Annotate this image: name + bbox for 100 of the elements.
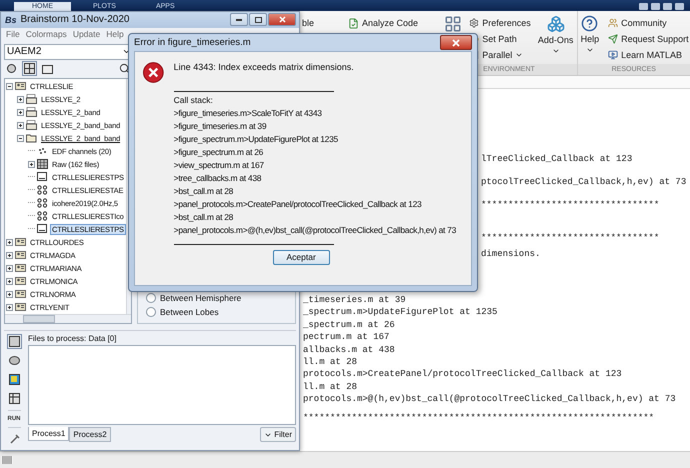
process-tab[interactable]: Process2 xyxy=(69,427,111,442)
subject-icon xyxy=(15,237,26,248)
menu-item[interactable]: File xyxy=(6,29,20,40)
expand-toggle[interactable] xyxy=(6,290,13,298)
radio-button[interactable] xyxy=(146,293,156,303)
console-line: pectrum.m at 167 xyxy=(303,331,390,344)
send-icon xyxy=(608,34,618,44)
menu-item[interactable]: Help xyxy=(106,29,124,40)
caret-icon xyxy=(515,51,524,59)
folder-icon xyxy=(26,107,37,118)
subject-icon xyxy=(15,250,26,260)
radio-button[interactable] xyxy=(146,307,156,317)
network-icon xyxy=(37,185,48,196)
stack-line: >view_spectrum.m at 167 xyxy=(174,159,265,172)
stack-line: >panel_protocols.m>@(h,ev)bst_call(@protocolTreeClicked_Callback,h,ev) at 73 xyxy=(174,224,458,237)
minimize-button[interactable] xyxy=(230,13,248,26)
folder-icon xyxy=(26,120,37,130)
toolbar-button[interactable] xyxy=(6,372,22,387)
scrollbar-thumb[interactable] xyxy=(23,315,55,323)
toolbar-button[interactable] xyxy=(22,61,37,76)
expand-toggle[interactable] xyxy=(6,304,13,311)
console-line: ll.m at 28 xyxy=(303,356,358,368)
toolstrip-button[interactable]: Community xyxy=(608,15,689,31)
filter-button[interactable]: Filter xyxy=(260,427,296,442)
expand-toggle[interactable] xyxy=(6,252,13,259)
toolbar-button[interactable] xyxy=(6,353,22,368)
console-line: ********************************* xyxy=(481,232,660,245)
console-line: allbacks.m at 438 xyxy=(303,344,396,356)
collapse-toggle[interactable] xyxy=(6,82,13,90)
layout-icon xyxy=(444,15,462,33)
close-button[interactable] xyxy=(268,13,296,26)
menu-item[interactable]: Colormaps xyxy=(26,29,67,40)
search-icon xyxy=(119,63,130,74)
process-tab[interactable]: Process1 xyxy=(28,427,70,441)
expand-toggle[interactable] xyxy=(17,108,24,116)
help-icon xyxy=(581,15,598,32)
expand-toggle[interactable] xyxy=(6,278,13,285)
console-line: protocols.m>CreatePanel/protocolTreeClicked_Callback at 123 xyxy=(303,368,623,381)
stack-heading: Call stack: xyxy=(174,94,214,107)
radio-option[interactable]: Between Lobes xyxy=(146,307,295,317)
close-button[interactable] xyxy=(440,35,472,50)
subject-icon xyxy=(15,81,26,92)
caret-icon xyxy=(552,47,560,55)
menu-item[interactable]: Update xyxy=(72,29,100,40)
stack-line: >panel_protocols.m>CreatePanel/protocolTreeClicked_Callback at 123 xyxy=(174,198,422,211)
subject-icon xyxy=(15,289,26,300)
list-heading: Files to process: Data [0] xyxy=(28,334,118,345)
console-line: ***************************************************************** xyxy=(303,412,656,425)
horizontal-scrollbar[interactable] xyxy=(5,314,131,323)
subject-icon xyxy=(15,263,26,274)
console-line: _spectrum.m>UpdateFigurePlot at 1235 xyxy=(303,306,498,319)
check-document-icon xyxy=(348,18,360,28)
document-icon xyxy=(37,172,48,182)
console-line: ll.m at 28 xyxy=(303,380,358,394)
stack-line: >figure_timeseries.m at 39 xyxy=(174,120,268,133)
console-line: _spectrum.m at 26 xyxy=(303,318,396,332)
cubes-icon xyxy=(546,15,565,33)
help-button[interactable]: Help xyxy=(578,15,602,54)
toolbar-button[interactable] xyxy=(6,391,22,406)
console-line: lTreeClicked_Callback at 123 xyxy=(481,153,634,166)
close-icon xyxy=(452,38,460,46)
accept-button[interactable]: Aceptar xyxy=(272,250,330,265)
app-logo: Bs xyxy=(5,14,17,25)
document-icon xyxy=(37,224,48,234)
error-icon xyxy=(143,62,164,83)
collapse-toggle[interactable] xyxy=(17,134,24,142)
monitor-icon xyxy=(608,50,618,60)
dialog-title: Error in figure_timeseries.m xyxy=(134,37,251,48)
network-icon xyxy=(37,198,48,208)
caret-icon xyxy=(586,46,594,54)
stack-line: >bst_call.m at 28 xyxy=(174,211,234,224)
folder-icon xyxy=(26,133,37,144)
toolstrip-button[interactable]: Preferences xyxy=(469,15,531,31)
error-message: Line 4343: Index exceeds matrix dimensions. xyxy=(174,62,355,74)
expand-toggle[interactable] xyxy=(17,96,24,103)
expand-toggle[interactable] xyxy=(28,160,35,168)
network-icon xyxy=(37,211,48,222)
radio-option[interactable]: Between Hemisphere xyxy=(146,293,295,303)
stack-line: >figure_spectrum.m>UpdateFigurePlot at 1235 xyxy=(174,133,339,146)
console-line: protocols.m>@(h,ev)bst_call(@protocolTreeClicked_Callback,h,ev) at 73 xyxy=(303,393,677,406)
expand-toggle[interactable] xyxy=(6,238,13,246)
maximize-button[interactable] xyxy=(249,13,267,26)
toolstrip-button[interactable]: Request Support xyxy=(608,31,689,47)
grip-icon xyxy=(2,456,14,464)
people-icon xyxy=(608,18,618,28)
maximize-icon xyxy=(254,16,262,23)
window-title: Brainstorm 10-Nov-2020 xyxy=(20,14,130,26)
toolbar-button[interactable] xyxy=(6,334,22,349)
stack-line: >bst_call.m at 28 xyxy=(174,185,234,198)
add-ons-button[interactable]: Add-Ons xyxy=(534,15,576,55)
toolstrip-button[interactable]: Learn MATLAB xyxy=(608,47,689,63)
console-line: ********************************* xyxy=(481,199,660,212)
expand-toggle[interactable] xyxy=(6,264,13,272)
toolstrip-label: ble xyxy=(302,17,314,30)
minimize-icon xyxy=(236,18,242,21)
subject-icon xyxy=(15,276,26,286)
subject-icon xyxy=(15,302,26,312)
analyze-code-button[interactable]: Analyze Code xyxy=(348,15,418,31)
console-line: _timeseries.m at 39 xyxy=(303,294,407,306)
expand-toggle[interactable] xyxy=(17,122,24,129)
